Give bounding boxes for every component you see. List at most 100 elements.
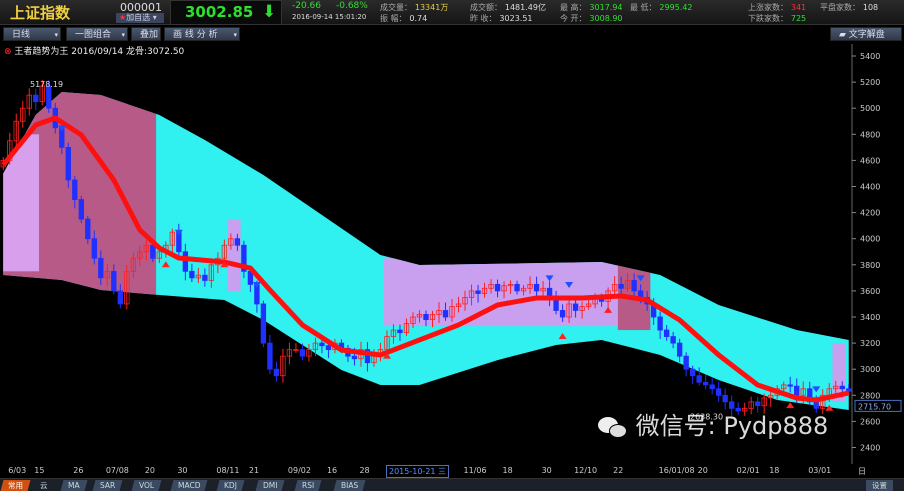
y-tick-label: 4400 [860, 183, 880, 192]
stat-label: 平盘家数： [820, 3, 860, 12]
tab-sar[interactable]: SAR [92, 480, 123, 491]
tab-bias[interactable]: BIAS [333, 480, 366, 491]
candle [98, 257, 104, 279]
candle [572, 303, 579, 311]
chevron-down-icon: ▾ [233, 31, 237, 39]
candle [702, 381, 709, 386]
candle [722, 394, 728, 403]
x-tick-label: 02/01 [736, 466, 760, 475]
candle [72, 179, 78, 200]
candle [670, 336, 676, 344]
wechat-icon [598, 415, 628, 439]
candle [85, 218, 91, 240]
stat-label: 今 开： [560, 14, 587, 23]
timestamp: 2016-09-14 15:01:20 [292, 13, 367, 21]
tab-云[interactable]: 云 [33, 480, 55, 491]
candle [299, 349, 306, 357]
x-tick-label: 26 [73, 466, 84, 475]
stat-label: 最 低： [630, 3, 657, 12]
text-analysis-button[interactable]: ▰ 文字解盘 [830, 27, 902, 41]
stat-2: 成交额： 1481.49亿 [470, 2, 546, 13]
y-tick-label: 3200 [860, 339, 880, 348]
candle [709, 384, 715, 390]
stat-3: 昨 收： 3023.51 [470, 13, 533, 24]
tab-常用[interactable]: 常用 [0, 480, 31, 491]
stat-label: 上涨家数： [748, 3, 788, 12]
candle [794, 385, 800, 396]
x-tick-label: 12/10 [574, 466, 598, 475]
band-zone [227, 219, 241, 291]
x-tick-label: 22 [613, 466, 624, 475]
candle [715, 388, 722, 396]
candle [150, 244, 156, 259]
candle [423, 313, 429, 321]
tab-macd[interactable]: MACD [170, 480, 208, 491]
draw-analysis-dropdown[interactable]: 画 线 分 析 ▾ [164, 27, 240, 41]
candle [787, 384, 793, 387]
combo-dropdown[interactable]: 一图组合 ▾ [66, 27, 128, 41]
candle [631, 280, 637, 292]
candle [189, 270, 195, 279]
tab-rsi[interactable]: RSI [294, 480, 322, 491]
x-tick-label: 09/02 [287, 466, 311, 475]
overlay-button[interactable]: 叠加 [131, 27, 161, 41]
candle [273, 368, 280, 377]
band-zone [383, 258, 618, 327]
settings-button[interactable]: 设置 [866, 480, 893, 491]
chevron-down-icon: ▾ [121, 31, 125, 39]
x-tick-label: 15 [34, 466, 45, 475]
change: -20.66 [292, 1, 322, 11]
y-tick-label: 3800 [860, 261, 880, 270]
band-zone [3, 134, 40, 272]
candle [65, 146, 71, 181]
candle [442, 310, 449, 318]
candle [839, 385, 845, 390]
candle [397, 329, 403, 334]
candle [618, 283, 624, 289]
down-arrow-icon: ⬇ [262, 2, 277, 22]
candle [475, 290, 481, 294]
y-tick-label: 3000 [860, 365, 880, 374]
period-dropdown[interactable]: 日线 ▾ [3, 27, 61, 41]
tab-dmi[interactable]: DMI [255, 480, 285, 491]
kline-chart[interactable]: 5400 5200 5000 4800 4600 4400 4200 4000 3800 3600… [0, 44, 904, 464]
stat-1: 振 幅： 0.74 [380, 13, 427, 24]
candle [319, 342, 325, 347]
stat-value: 108 [862, 3, 879, 12]
stat-label: 昨 收： [470, 14, 497, 23]
x-tick-label: 03/01 [808, 466, 832, 475]
y-tick-label: 2800 [860, 391, 880, 400]
index-name: 上证指数 [10, 4, 71, 22]
stat-label: 振 幅： [380, 14, 407, 23]
x-tick-label: 16 [326, 466, 338, 475]
x-tick-label: 07/08 [105, 466, 129, 475]
candle [683, 355, 689, 370]
tab-vol[interactable]: VOL [131, 480, 162, 491]
indicator-tabs: 常用云 MA SAR VOL MACD KDJ DMI RSI BIAS 设置 [0, 478, 904, 491]
add-watchlist-button[interactable]: ★加自选 ▾ [116, 13, 164, 23]
x-tick-label: 20 [697, 466, 708, 475]
tab-ma[interactable]: MA [60, 480, 88, 491]
tab-kdj[interactable]: KDJ [216, 480, 245, 491]
candle [696, 375, 702, 383]
x-tick-label: 18 [769, 466, 780, 475]
stat-9: 平盘家数： 108 [820, 2, 878, 13]
candle [663, 329, 670, 337]
candle [676, 342, 683, 357]
stat-0: 成交量： 13341万 [380, 2, 448, 13]
stat-value: 0.74 [409, 14, 428, 23]
x-tick-label: 20 [144, 466, 156, 475]
y-tick-label: 4200 [860, 209, 880, 218]
x-tick-label: 08/11 [216, 466, 240, 475]
chat-icon: ▰ [839, 30, 849, 40]
y-tick-label: 3600 [860, 287, 880, 296]
x-axis: 6/03 15 26 07/08 20 30 08/11 21 09/02 16 28 11/06 18… [0, 465, 866, 487]
candle [514, 283, 520, 292]
candle [559, 310, 566, 318]
stat-8: 下跌家数： 725 [748, 13, 806, 24]
candle [325, 345, 332, 351]
candle [117, 290, 123, 305]
stat-label: 最 高： [560, 3, 587, 12]
stat-value: 3023.51 [499, 14, 533, 23]
candle [657, 316, 663, 331]
